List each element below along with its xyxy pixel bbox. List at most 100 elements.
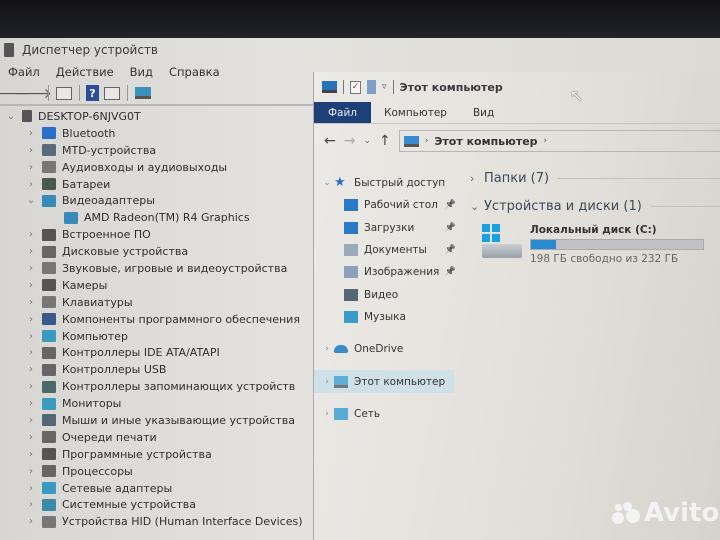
- chevron-right-icon[interactable]: ›: [24, 432, 38, 443]
- chevron-right-icon[interactable]: ›: [24, 398, 38, 409]
- chevron-right-icon[interactable]: ›: [470, 172, 484, 185]
- chevron-right-icon[interactable]: ›: [24, 347, 38, 358]
- chevron-right-icon[interactable]: ›: [24, 263, 38, 274]
- firmware-icon: [42, 228, 56, 241]
- tab-computer[interactable]: Компьютер: [371, 102, 460, 123]
- chevron-right-icon[interactable]: ›: [24, 280, 38, 291]
- help-icon[interactable]: ?: [86, 85, 99, 101]
- toolbar-separator: [127, 85, 128, 101]
- desktop-folder-icon: [344, 199, 358, 212]
- pin-icon[interactable]: 📌: [445, 267, 456, 277]
- chevron-right-icon[interactable]: ›: [320, 409, 334, 419]
- tree-item-label: Встроенное ПО: [62, 228, 151, 242]
- pin-icon[interactable]: 📌: [445, 200, 456, 210]
- display-adapter-icon: [64, 211, 78, 224]
- group-devices[interactable]: ⌄ Устройства и диски (1): [470, 192, 720, 220]
- chevron-right-icon[interactable]: ›: [24, 466, 38, 477]
- menu-action[interactable]: Действие: [48, 65, 122, 79]
- group-divider: [557, 177, 720, 179]
- tree-item-label: Контроллеры запоминающих устройств: [62, 380, 296, 394]
- disk-icon: [42, 245, 56, 258]
- tree-item-label: Аудиовходы и аудиовыходы: [62, 160, 228, 174]
- forward-arrow-icon[interactable]: →: [344, 133, 356, 149]
- chevron-right-icon[interactable]: ›: [24, 145, 38, 156]
- chevron-right-icon[interactable]: ›: [24, 246, 38, 257]
- system-device-icon: [42, 498, 56, 511]
- chevron-right-icon[interactable]: ›: [24, 381, 38, 392]
- scan-hardware-button[interactable]: [134, 85, 152, 101]
- chevron-down-icon[interactable]: ⌄: [24, 195, 38, 206]
- chevron-right-icon[interactable]: ›: [24, 499, 38, 510]
- chevron-right-icon[interactable]: ›: [24, 415, 38, 426]
- chevron-right-icon[interactable]: ›: [24, 229, 38, 240]
- drive-c[interactable]: Локальный диск (C:) 198 ГБ свободно из 2…: [470, 224, 720, 265]
- chevron-right-icon[interactable]: ›: [24, 516, 38, 527]
- chevron-right-icon[interactable]: ›: [24, 449, 38, 460]
- nav-onedrive[interactable]: › OneDrive: [314, 338, 464, 360]
- recent-locations-chevron-icon[interactable]: ⌄: [363, 136, 371, 146]
- breadcrumb-separator-icon[interactable]: ›: [544, 136, 548, 146]
- avito-text: Avito: [644, 498, 720, 528]
- chevron-right-icon[interactable]: ›: [24, 128, 38, 139]
- nav-quick-access[interactable]: ⌄ ★ Быстрый доступ: [314, 172, 464, 194]
- nav-label: Видео: [364, 288, 399, 301]
- display-adapter-icon: [42, 194, 56, 207]
- chevron-down-icon[interactable]: ⌄: [4, 111, 18, 122]
- software-component-icon: [42, 313, 56, 326]
- nav-label: Этот компьютер: [354, 375, 446, 388]
- pin-icon[interactable]: 📌: [445, 245, 456, 255]
- menu-file[interactable]: Файл: [0, 65, 48, 79]
- nav-quick-access-item[interactable]: Видео: [314, 283, 464, 305]
- address-bar-row: ← → ⌄ ↑ › Этот компьютер ›: [314, 124, 720, 158]
- breadcrumb-separator-icon[interactable]: ›: [425, 136, 429, 146]
- nav-network[interactable]: › Сеть: [314, 403, 464, 425]
- address-bar[interactable]: › Этот компьютер ›: [398, 130, 720, 152]
- file-explorer-window: ✓ ▿ Этот компьютер ↖ Файл Компьютер Вид …: [313, 72, 720, 540]
- up-arrow-icon[interactable]: ↑: [379, 133, 391, 149]
- properties-button[interactable]: [55, 85, 73, 101]
- menu-help[interactable]: Справка: [161, 65, 228, 79]
- menu-view[interactable]: Вид: [122, 65, 161, 79]
- cpu-icon: [42, 465, 56, 478]
- properties-icon: [56, 86, 72, 100]
- chevron-right-icon[interactable]: ›: [24, 314, 38, 325]
- pin-icon[interactable]: 📌: [445, 223, 456, 233]
- chevron-right-icon[interactable]: ›: [24, 297, 38, 308]
- update-icon: [104, 86, 120, 100]
- chevron-right-icon[interactable]: ›: [24, 364, 38, 375]
- nav-this-pc[interactable]: › Этот компьютер: [314, 370, 454, 393]
- printer-icon: [42, 431, 56, 444]
- tab-file[interactable]: Файл: [314, 102, 372, 123]
- network-adapter-icon: [42, 482, 56, 495]
- nav-quick-access-item[interactable]: Загрузки 📌: [314, 217, 464, 239]
- chevron-right-icon[interactable]: ›: [24, 483, 38, 494]
- chevron-right-icon[interactable]: ›: [320, 344, 334, 354]
- music-icon: [344, 310, 358, 323]
- nav-quick-access-item[interactable]: Рабочий стол 📌: [314, 194, 464, 216]
- nav-quick-access-item[interactable]: Музыка: [314, 306, 464, 328]
- drive-usage-fill: [531, 240, 557, 249]
- chevron-right-icon[interactable]: ›: [24, 179, 38, 190]
- root-label: DESKTOP-6NJVG0T: [38, 109, 141, 123]
- chevron-right-icon[interactable]: ›: [24, 331, 38, 342]
- tab-view[interactable]: Вид: [460, 102, 507, 123]
- back-arrow-icon[interactable]: ←: [324, 133, 336, 149]
- tree-item-label: AMD Radeon(TM) R4 Graphics: [84, 211, 250, 225]
- chevron-down-icon[interactable]: ⌄: [320, 178, 334, 188]
- nav-label: Быстрый доступ: [354, 177, 446, 190]
- properties-check-icon[interactable]: ✓: [350, 80, 361, 94]
- customize-quick-access-icon[interactable]: ▿: [382, 82, 387, 92]
- forward-icon[interactable]: 🡒: [14, 85, 52, 102]
- tree-item-label: Мониторы: [62, 397, 122, 411]
- chevron-right-icon[interactable]: ›: [24, 162, 38, 173]
- ribbon-tabs: Файл Компьютер Вид: [314, 102, 720, 124]
- chevron-right-icon[interactable]: ›: [320, 377, 334, 387]
- nav-quick-access-item[interactable]: Изображения 📌: [314, 261, 464, 283]
- chevron-down-icon[interactable]: ⌄: [470, 200, 484, 213]
- new-folder-icon[interactable]: [367, 80, 376, 94]
- update-driver-button[interactable]: [103, 85, 121, 101]
- computer-icon: [42, 330, 56, 343]
- nav-quick-access-item[interactable]: Документы 📌: [314, 239, 464, 261]
- breadcrumb-this-pc[interactable]: Этот компьютер: [434, 135, 537, 148]
- group-folders[interactable]: › Папки (7): [470, 164, 720, 192]
